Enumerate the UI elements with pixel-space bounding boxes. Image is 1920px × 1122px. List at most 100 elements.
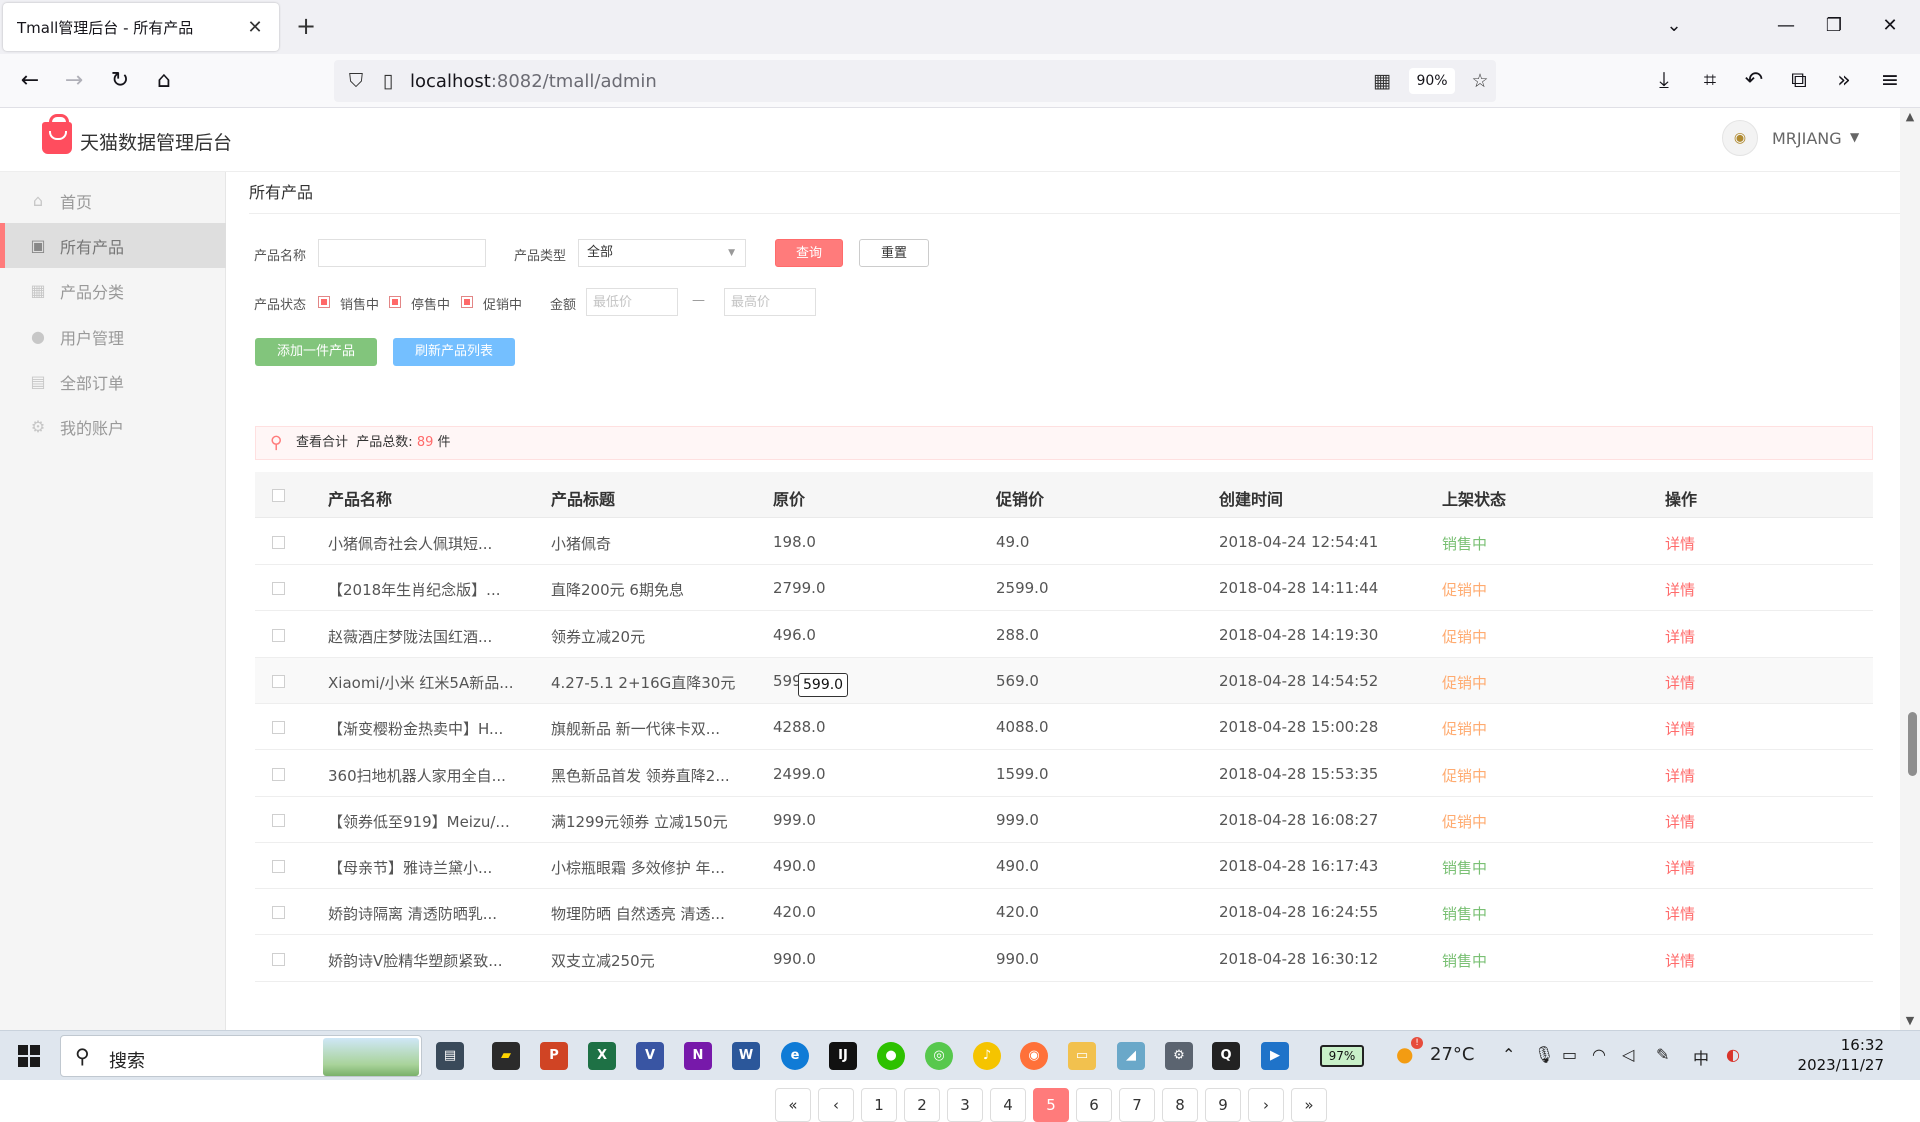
qq-icon[interactable]: Q [1212,1042,1240,1070]
table-row[interactable]: 【2018年生肖纪念版】... 直降200元 6期免息 2799.0 2599.0 20… [255,565,1873,612]
forward-icon[interactable]: → [60,67,88,95]
page-2-button[interactable]: 2 [904,1088,940,1122]
wechat-icon[interactable]: ● [877,1042,905,1070]
row-checkbox[interactable] [272,674,285,688]
row-checkbox[interactable] [272,952,285,966]
restore-button[interactable]: ❐ [1818,12,1850,40]
new-tab-button[interactable]: + [292,12,320,40]
close-window-button[interactable]: ✕ [1874,12,1906,40]
row-checkbox[interactable] [272,582,285,596]
row-checkbox[interactable] [272,767,285,781]
table-row[interactable]: 娇韵诗V脸精华塑颜紧致... 双支立减250元 990.0 990.0 2018-04-… [255,935,1873,982]
reset-button[interactable]: 重置 [859,239,929,267]
scroll-up-icon[interactable]: ▲ [1904,110,1916,123]
avatar[interactable]: ◉ [1722,120,1758,156]
status-on-sale-checkbox[interactable] [318,296,330,308]
word-icon[interactable]: W [732,1042,760,1070]
sidebar-item-users[interactable]: ● 用户管理 [0,314,226,359]
product-name-input[interactable] [318,239,486,267]
status-discontinued-checkbox[interactable] [389,296,401,308]
add-product-button[interactable]: 添加一件产品 [255,338,377,366]
excel-icon[interactable]: X [588,1042,616,1070]
table-row[interactable]: Xiaomi/小米 红米5A新品... 4.27-5.1 2+16G直降30元 59… [255,657,1873,704]
extensions-icon[interactable]: ⧉ [1785,67,1813,95]
page-next-button[interactable]: › [1248,1088,1284,1122]
table-row[interactable]: 赵薇酒庄梦陇法国红酒... 领券立减20元 496.0 288.0 2018-04-28… [255,611,1873,658]
detail-link[interactable]: 详情 [1665,533,1695,554]
undo-icon[interactable]: ↶ [1740,67,1768,95]
detail-link[interactable]: 详情 [1665,765,1695,786]
page-3-button[interactable]: 3 [947,1088,983,1122]
page-5-button[interactable]: 5 [1033,1088,1069,1122]
volume-icon[interactable]: ◁ [1622,1045,1634,1064]
scroll-down-icon[interactable]: ▼ [1904,1014,1916,1027]
min-price-input[interactable] [586,288,678,316]
status-promo-checkbox[interactable] [461,296,473,308]
tab-list-chevron-icon[interactable]: ⌄ [1658,12,1690,40]
row-checkbox[interactable] [272,813,285,827]
row-checkbox[interactable] [272,860,285,874]
sidebar-item-home[interactable]: ⌂ 首页 [0,178,226,223]
powerpoint-icon[interactable]: P [540,1042,568,1070]
bookmark-star-icon[interactable]: ☆ [1468,69,1492,93]
address-bar[interactable]: ⛉ ▯ localhost:8082/tmall/admin ▦ 90% ☆ [334,60,1496,102]
app-green-icon[interactable]: ◎ [925,1042,953,1070]
table-row[interactable]: 【领券低至919】Meizu/... 满1299元领券 立减150元 999.0 99… [255,796,1873,843]
edge-icon[interactable]: e [781,1042,809,1070]
firefox-icon[interactable]: ◉ [1020,1042,1048,1070]
product-type-select[interactable]: 全部 ▼ [578,239,746,267]
music-icon[interactable]: ♪ [973,1042,1001,1070]
wifi-icon[interactable]: ◠ [1592,1045,1606,1064]
detail-link[interactable]: 详情 [1665,672,1695,693]
page-6-button[interactable]: 6 [1076,1088,1112,1122]
onenote-icon[interactable]: N [684,1042,712,1070]
page-prev-button[interactable]: ‹ [818,1088,854,1122]
sidebar-item-orders[interactable]: ▤ 全部订单 [0,359,226,404]
pen-icon[interactable]: ✎ [1656,1045,1669,1064]
detail-link[interactable]: 详情 [1665,811,1695,832]
weather-temp[interactable]: 27°C [1430,1044,1474,1065]
page-first-button[interactable]: « [775,1088,811,1122]
microphone-icon[interactable]: 🎙 [1534,1045,1554,1064]
page-scrollbar[interactable]: ▲ ▼ [1900,108,1920,1030]
task-view-icon[interactable]: ▤ [436,1042,464,1070]
scrollbar-thumb[interactable] [1908,712,1917,776]
page-1-button[interactable]: 1 [861,1088,897,1122]
home-button-icon[interactable]: ⌂ [150,67,178,95]
qr-code-icon[interactable]: ▦ [1370,69,1394,93]
crop-icon[interactable]: ⌗ [1696,67,1724,95]
detail-link[interactable]: 详情 [1665,857,1695,878]
file-explorer-icon[interactable]: ▭ [1068,1042,1096,1070]
url-text[interactable]: localhost:8082/tmall/admin [410,71,657,92]
taskbar-search[interactable]: ⚲ 搜索 [60,1035,422,1077]
browser-tab[interactable]: Tmall管理后台 - 所有产品 ✕ [3,3,279,51]
row-checkbox[interactable] [272,721,285,735]
caret-down-icon[interactable]: ▼ [1850,130,1859,144]
detail-link[interactable]: 详情 [1665,950,1695,971]
app-blue-icon[interactable]: ◢ [1117,1042,1145,1070]
sidebar-item-products[interactable]: ▣ 所有产品 [0,223,226,268]
refresh-list-button[interactable]: 刷新产品列表 [393,338,515,366]
sidebar-item-account[interactable]: ⚙ 我的账户 [0,404,226,449]
tab-close-icon[interactable]: ✕ [245,17,265,38]
detail-link[interactable]: 详情 [1665,579,1695,600]
taskbar-clock[interactable]: 16:32 2023/11/27 [1760,1035,1884,1075]
user-name[interactable]: MRJIANG [1772,129,1842,148]
media-player-icon[interactable]: ▶ [1261,1042,1289,1070]
intellij-icon[interactable]: IJ [829,1042,857,1070]
battery-icon[interactable]: ▭ [1562,1045,1577,1064]
page-4-button[interactable]: 4 [990,1088,1026,1122]
more-tools-icon[interactable]: » [1830,67,1858,95]
visio-icon[interactable]: V [636,1042,664,1070]
detail-link[interactable]: 详情 [1665,903,1695,924]
table-row[interactable]: 【母亲节】雅诗兰黛小... 小棕瓶眼霜 多效修护 年... 490.0 490.0 20… [255,843,1873,890]
download-icon[interactable]: ⤓ [1650,67,1678,95]
page-7-button[interactable]: 7 [1119,1088,1155,1122]
max-price-input[interactable] [724,288,816,316]
detail-link[interactable]: 详情 [1665,626,1695,647]
table-row[interactable]: 小猪佩奇社会人佩琪短... 小猪佩奇 198.0 49.0 2018-04-24 12:… [255,519,1873,565]
select-all-checkbox[interactable] [272,489,285,502]
table-row[interactable]: 360扫地机器人家用全自... 黑色新品首发 领券直降2... 2499.0 1599… [255,750,1873,797]
row-checkbox[interactable] [272,536,285,549]
sidebar-item-category[interactable]: ▦ 产品分类 [0,268,226,313]
